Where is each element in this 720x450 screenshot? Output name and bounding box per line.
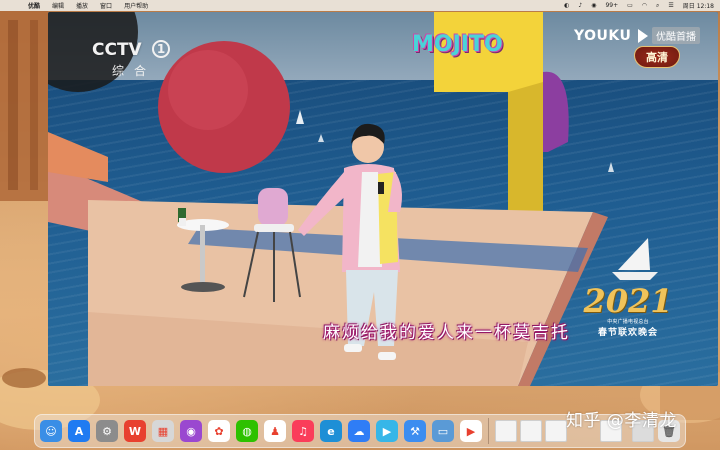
lyric-subtitle: 麻烦给我的爱人来一杯莫吉托	[323, 323, 570, 343]
gala-year: 2021	[583, 282, 673, 320]
play-icon[interactable]: ▶	[376, 420, 398, 442]
sailboat	[608, 162, 614, 172]
sailboat	[318, 134, 324, 142]
zhihu-watermark: 知乎 @李清龙	[566, 411, 677, 431]
qq-icon[interactable]: ♟	[264, 420, 286, 442]
video-player-window[interactable]: CCTV 1 综合 YOUKU 优酷首播 高清 MOJITO 麻烦给我的爱人来一…	[48, 12, 718, 386]
menu-app-name[interactable]: 优酷	[28, 1, 40, 10]
music-icon[interactable]: ♫	[292, 420, 314, 442]
menu-window[interactable]: 窗口	[100, 1, 112, 10]
channel-number: 1	[152, 40, 170, 58]
sailboat-large	[618, 238, 650, 270]
dock-minimized-window[interactable]	[495, 420, 517, 442]
record-icon[interactable]: ◉	[591, 2, 596, 9]
gear-icon[interactable]: ⚙	[96, 420, 118, 442]
side-table-leg	[200, 225, 205, 285]
photos-icon[interactable]: ✿	[208, 420, 230, 442]
xcode-icon[interactable]: ⚒	[404, 420, 426, 442]
dock-minimized-window[interactable]	[520, 420, 542, 442]
side-table-base	[181, 282, 225, 292]
wifi-icon[interactable]: ◠	[642, 2, 647, 9]
battery-icon[interactable]: ▭	[627, 2, 633, 9]
yellow-tower-side	[508, 82, 543, 224]
plant-pot	[179, 218, 186, 226]
microphone	[378, 182, 384, 194]
finder-icon[interactable]: ☺	[40, 420, 62, 442]
cctv-logo: CCTV	[92, 40, 142, 60]
podcasts-icon[interactable]: ◉	[180, 420, 202, 442]
dock-minimized-window[interactable]	[545, 420, 567, 442]
bar-stool-seat	[254, 224, 294, 232]
youku-icon[interactable]: ▶	[460, 420, 482, 442]
youku-logo: YOUKU	[574, 28, 632, 44]
premiere-badge: 优酷首播	[652, 27, 700, 44]
battery-count[interactable]: 99+	[605, 2, 618, 9]
preview-icon[interactable]: ▭	[432, 420, 454, 442]
purple-arch	[543, 71, 569, 152]
control-center-icon[interactable]: ☰	[668, 2, 673, 9]
sailboat	[296, 110, 304, 124]
wps-icon[interactable]: W	[124, 420, 146, 442]
notification-icon[interactable]: ◐	[564, 2, 569, 9]
quality-badge: 高清	[634, 46, 680, 68]
audio-icon[interactable]: ♪	[578, 2, 582, 9]
cloud-icon[interactable]: ☁	[348, 420, 370, 442]
menu-edit[interactable]: 编辑	[52, 1, 64, 10]
sailboat-hull	[612, 272, 658, 280]
menu-bar: 优酷 编辑 播放 窗口 用户帮助 ◐ ♪ ◉ 99+ ▭ ◠ ⌕ ☰ 周日 12…	[0, 0, 720, 11]
channel-subtitle: 综合	[112, 64, 157, 78]
app-store-icon[interactable]: A	[68, 420, 90, 442]
clock[interactable]: 周日 12:18	[683, 1, 714, 10]
bar-stool-back	[258, 188, 288, 226]
menu-help[interactable]: 用户帮助	[124, 1, 148, 10]
edge-icon[interactable]: e	[320, 420, 342, 442]
wechat-icon[interactable]: ◍	[236, 420, 258, 442]
gala-title: 春节联欢晚会	[597, 328, 658, 338]
menu-playback[interactable]: 播放	[76, 1, 88, 10]
launchpad-icon[interactable]: ▦	[152, 420, 174, 442]
gala-logo: 2021 中央广播电视总台 春节联欢晚会	[578, 284, 678, 338]
red-sphere-highlight	[168, 50, 248, 130]
dock-separator	[488, 418, 489, 444]
search-icon[interactable]: ⌕	[656, 2, 659, 10]
status-area: ◐ ♪ ◉ 99+ ▭ ◠ ⌕ ☰ 周日 12:18	[564, 1, 714, 11]
stage-sign: MOJITO	[412, 32, 503, 57]
youku-play-icon	[638, 29, 648, 43]
